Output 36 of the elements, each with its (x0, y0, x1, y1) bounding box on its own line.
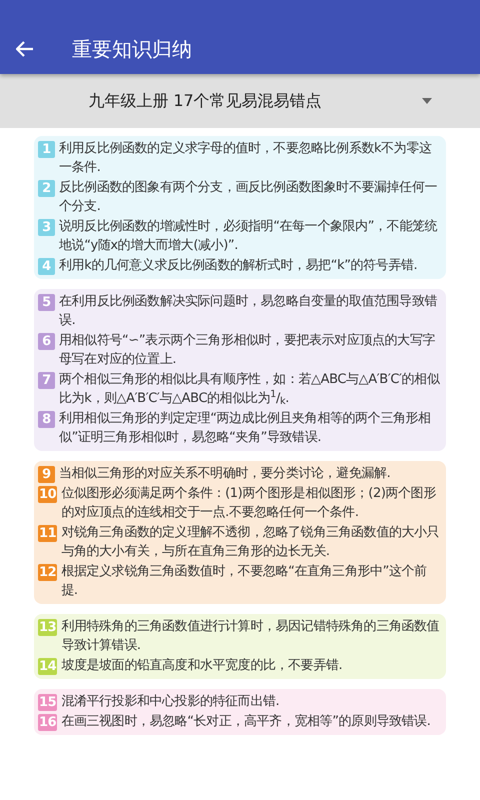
number-badge: 4 (38, 258, 55, 275)
number-badge: 11 (38, 525, 58, 542)
tip-text: 当相似三角形的对应关系不明确时，要分类讨论，避免漏解. (59, 465, 390, 483)
number-badge: 7 (38, 372, 55, 389)
number-badge: 1 (38, 141, 55, 158)
tip-text: 利用反比例函数的定义求字母的值时，不要忽略比例系数k不为零这一条件. (59, 140, 433, 177)
tip-text: 利用相似三角形的判定定理“两边成比例且夹角相等的两个三角形相似”证明三角形相似时，易忽略“夹角”导致错误. (59, 410, 432, 447)
number-badge: 10 (38, 486, 58, 503)
number-badge: 14 (38, 658, 58, 675)
number-badge: 5 (38, 294, 55, 311)
tip-text: 混淆平行投影和中心投影的特征而出错. (61, 693, 280, 711)
number-badge: 2 (38, 180, 55, 197)
tip-text: 两个相似三角形的相似比具有顺序性，如：若△ABC与△A′B′C′的相似比为k，则△A′B′C′与△ABC的相似比为$^{1}$/$_{k}$. (59, 371, 441, 408)
tip-text: 在画三视图时，易忽略“长对正，高平齐，宽相等”的原则导致错误. (61, 713, 430, 731)
number-badge: 3 (38, 219, 55, 236)
back-arrow-icon (16, 41, 34, 57)
number-badge: 9 (38, 466, 55, 483)
number-badge: 13 (38, 619, 58, 636)
tip-text: 位似图形必须满足两个条件：(1)两个图形是相似图形；(2)两个图形的对应顶点的连线相交于一点.不要忽略任何一个条件. (61, 485, 437, 522)
tip-text: 说明反比例函数的增减性时，必须指明“在每一个象限内”，不能笼统地说“y随x的增大而增大(减小)”. (59, 218, 438, 255)
number-badge: 6 (38, 333, 55, 350)
caret-icon (422, 98, 432, 104)
tip-text: 在利用反比例函数解决实际问题时，易忽略自变量的取值范围导致错误. (59, 293, 438, 330)
tip-text: 利用特殊角的三角函数值进行计算时，易因记错特殊角的三角函数值导致计算错误. (61, 618, 440, 655)
tip-text: 利用k的几何意义求反比例函数的解析式时，易把“k”的符号弄错. (59, 257, 418, 275)
screen-title: 重要知识归纳 (72, 37, 192, 61)
tip-text: 根据定义求锐角三角函数值时，不要忽略“在直角三角形中”这个前提. (61, 563, 428, 600)
chapter-dropdown[interactable]: 九年级上册 17个常见易混易错点 (76, 83, 444, 119)
tip-text: 用相似符号“∽”表示两个三角形相似时，要把表示对应顶点的大写字母写在对应的位置上. (59, 332, 436, 369)
number-badge: 16 (38, 714, 58, 731)
number-badge: 15 (38, 694, 58, 711)
tip-text: 坡度是坡面的铅直高度和水平宽度的比，不要弄错. (61, 657, 342, 675)
number-badge: 12 (38, 564, 58, 581)
number-badge: 8 (38, 411, 55, 428)
tip-text: 对锐角三角函数的定义理解不透彻，忽略了锐角三角函数值的大小只与角的大小有关，与所在直角三角形的边长无关. (61, 524, 440, 561)
tip-text: 反比例函数的图象有两个分支，画反比例函数图象时不要漏掉任何一个分支. (59, 179, 438, 216)
